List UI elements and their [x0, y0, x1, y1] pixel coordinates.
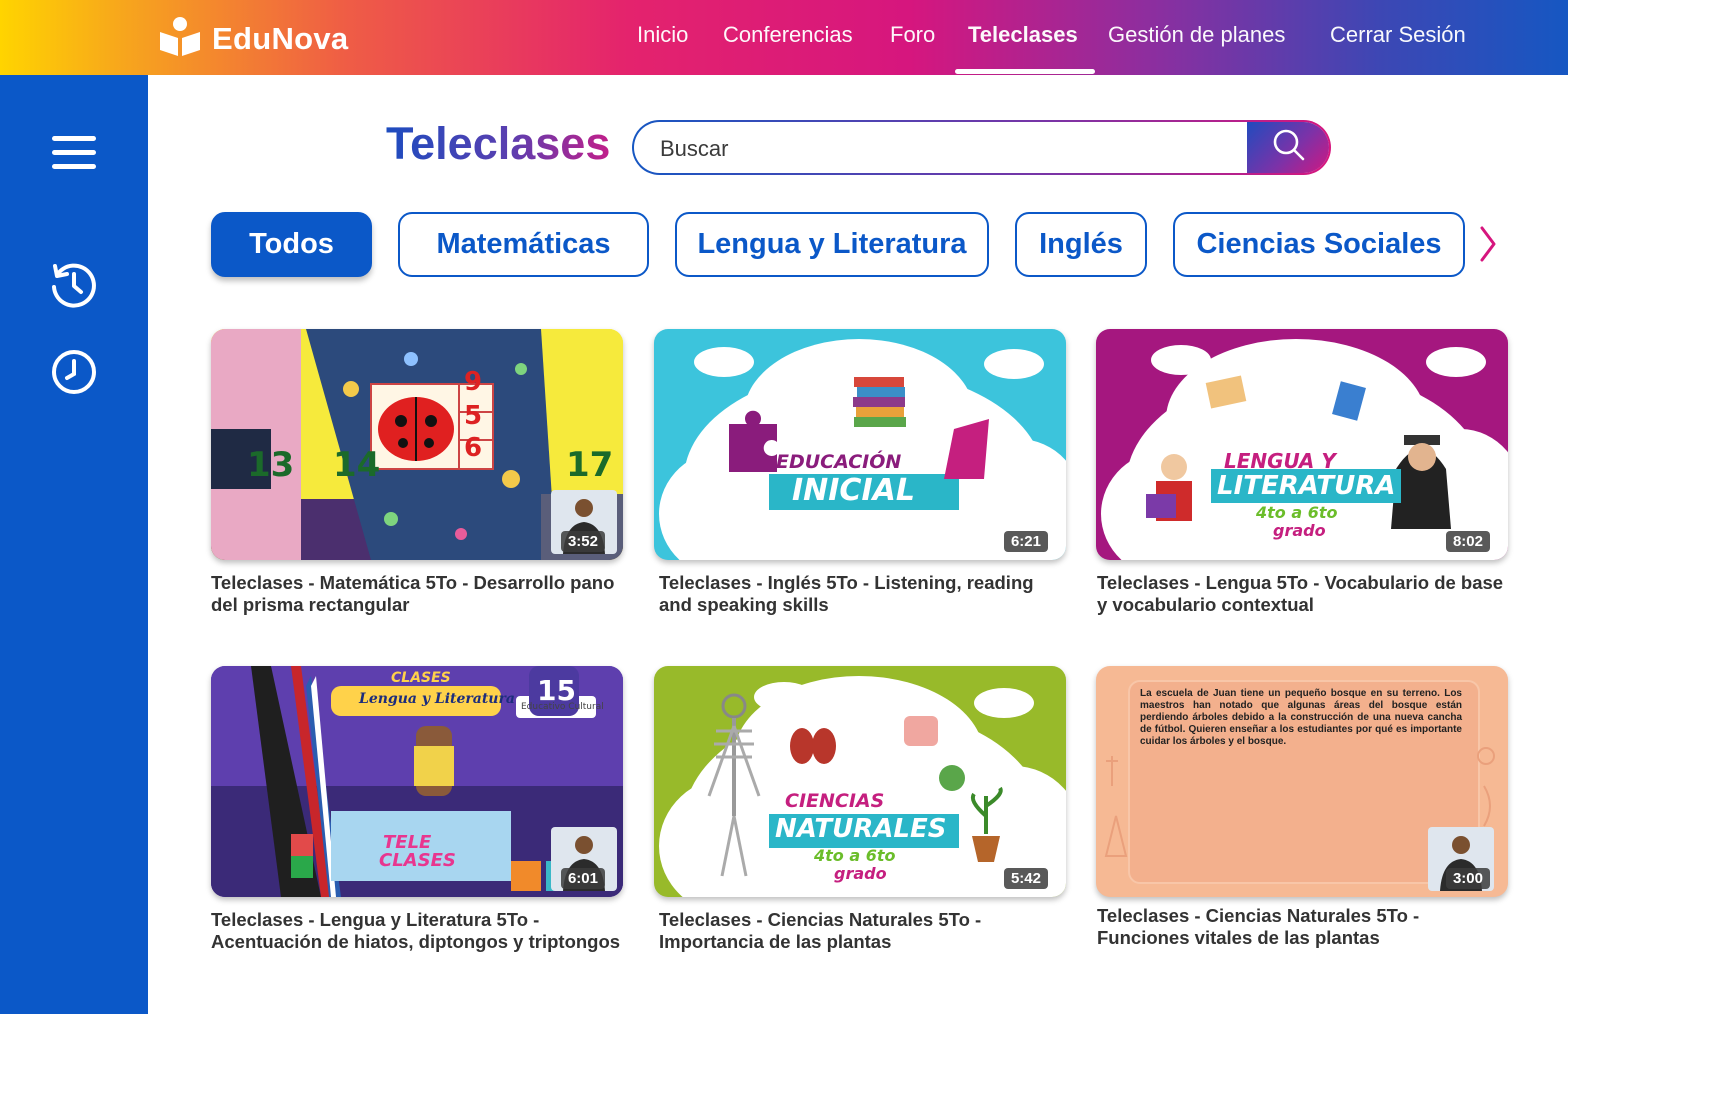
video-card[interactable]: Lengua y Literatura CLASES 15 Educativo … [211, 666, 623, 953]
video-duration: 6:21 [1003, 531, 1048, 552]
video-card[interactable]: LENGUA Y LITERATURA 4to a 6to grado 8:02… [1096, 329, 1508, 616]
app-logo[interactable]: EduNova [158, 14, 348, 63]
video-duration: 3:00 [1445, 868, 1490, 889]
thumb-grade-range: 4to a 6to [1256, 503, 1338, 522]
video-title[interactable]: Teleclases - Lengua y Literatura 5To - A… [211, 909, 623, 953]
clock-icon[interactable] [49, 347, 99, 402]
thumb-paragraph: La escuela de Juan tiene un pequeño bosq… [1140, 688, 1462, 747]
filter-chip-ciencias-sociales[interactable]: Ciencias Sociales [1173, 212, 1465, 277]
filter-chip-todos[interactable]: Todos [211, 212, 372, 277]
app-name: EduNova [212, 20, 349, 56]
thumb-title-line2: NATURALES [775, 814, 947, 844]
video-card[interactable]: La escuela de Juan tiene un pequeño bosq… [1096, 666, 1508, 949]
video-duration: 8:02 [1445, 531, 1490, 552]
search-input[interactable] [658, 122, 1242, 173]
thumb-number: 13 [247, 445, 295, 485]
video-title[interactable]: Teleclases - Matemática 5To - Desarrollo… [211, 572, 623, 616]
thumb-title-line1: CIENCIAS [785, 790, 885, 812]
video-thumbnail[interactable]: Lengua y Literatura CLASES 15 Educativo … [211, 666, 623, 897]
search-bar [632, 120, 1331, 175]
thumb-grade-label: grado [1273, 521, 1326, 540]
filter-chip-lengua-literatura[interactable]: Lengua y Literatura [675, 212, 989, 277]
thumb-title-line1: LENGUA Y [1224, 449, 1336, 473]
video-thumbnail[interactable]: EDUCACIÓN INICIAL 6:21 [654, 329, 1066, 560]
video-thumbnail[interactable]: 9 5 6 13 14 17 3:52 [211, 329, 623, 560]
video-title[interactable]: Teleclases - Ciencias Naturales 5To - Fu… [1096, 905, 1508, 949]
thumb-corner-label: CLASES [391, 670, 451, 686]
chevron-right-icon[interactable] [1476, 224, 1500, 269]
thumb-grade-range: 4to a 6to [814, 846, 896, 865]
thumb-title-line2: INICIAL [792, 473, 915, 508]
video-card[interactable]: EDUCACIÓN INICIAL 6:21 Teleclases - Ingl… [654, 329, 1066, 616]
thumb-number: 17 [566, 445, 614, 485]
active-nav-indicator [955, 69, 1095, 74]
video-duration: 5:42 [1003, 868, 1048, 889]
top-navbar: EduNova Inicio Conferencias Foro Telecla… [0, 0, 1568, 75]
page-title: Teleclases [386, 118, 611, 169]
nav-inicio[interactable]: Inicio [637, 22, 688, 48]
video-card[interactable]: CIENCIAS NATURALES 4to a 6to grado 5:42 … [654, 666, 1066, 953]
nav-teleclases[interactable]: Teleclases [968, 22, 1078, 48]
video-thumbnail[interactable]: La escuela de Juan tiene un pequeño bosq… [1096, 666, 1508, 897]
menu-icon[interactable] [49, 133, 99, 178]
video-title[interactable]: Teleclases - Ciencias Naturales 5To - Im… [654, 909, 1066, 953]
thumb-grade-label: grado [834, 864, 887, 883]
thumb-title-line2: LITERATURA [1217, 471, 1396, 501]
video-thumbnail[interactable]: CIENCIAS NATURALES 4to a 6to grado 5:42 [654, 666, 1066, 897]
video-card[interactable]: 9 5 6 13 14 17 3:52 Teleclases - Matemát… [211, 329, 623, 616]
thumb-number: 5 [464, 401, 483, 431]
filter-chip-ingles[interactable]: Inglés [1015, 212, 1147, 277]
thumb-banner: Lengua y Literatura [359, 691, 515, 707]
video-duration: 3:52 [560, 531, 605, 552]
thumb-title-line2: CLASES [379, 850, 456, 871]
filter-chip-matematicas[interactable]: Matemáticas [398, 212, 649, 277]
thumb-number: 9 [464, 367, 483, 397]
video-title[interactable]: Teleclases - Lengua 5To - Vocabulario de… [1096, 572, 1508, 616]
logo-icon [158, 14, 202, 63]
search-icon [1272, 128, 1306, 167]
video-duration: 6:01 [560, 868, 605, 889]
history-icon[interactable] [49, 260, 99, 315]
video-thumbnail[interactable]: LENGUA Y LITERATURA 4to a 6to grado 8:02 [1096, 329, 1508, 560]
thumb-number: 14 [333, 445, 381, 485]
nav-foro[interactable]: Foro [890, 22, 935, 48]
sidebar [0, 75, 148, 1014]
nav-cerrar-sesion[interactable]: Cerrar Sesión [1330, 22, 1466, 48]
search-button[interactable] [1247, 122, 1329, 173]
thumb-number: 6 [464, 433, 483, 463]
thumb-sign: Educativo Cultural [521, 702, 604, 712]
nav-conferencias[interactable]: Conferencias [723, 22, 853, 48]
thumb-title-line1: EDUCACIÓN [776, 451, 902, 473]
nav-gestion-planes[interactable]: Gestión de planes [1108, 22, 1285, 48]
video-title[interactable]: Teleclases - Inglés 5To - Listening, rea… [654, 572, 1066, 616]
